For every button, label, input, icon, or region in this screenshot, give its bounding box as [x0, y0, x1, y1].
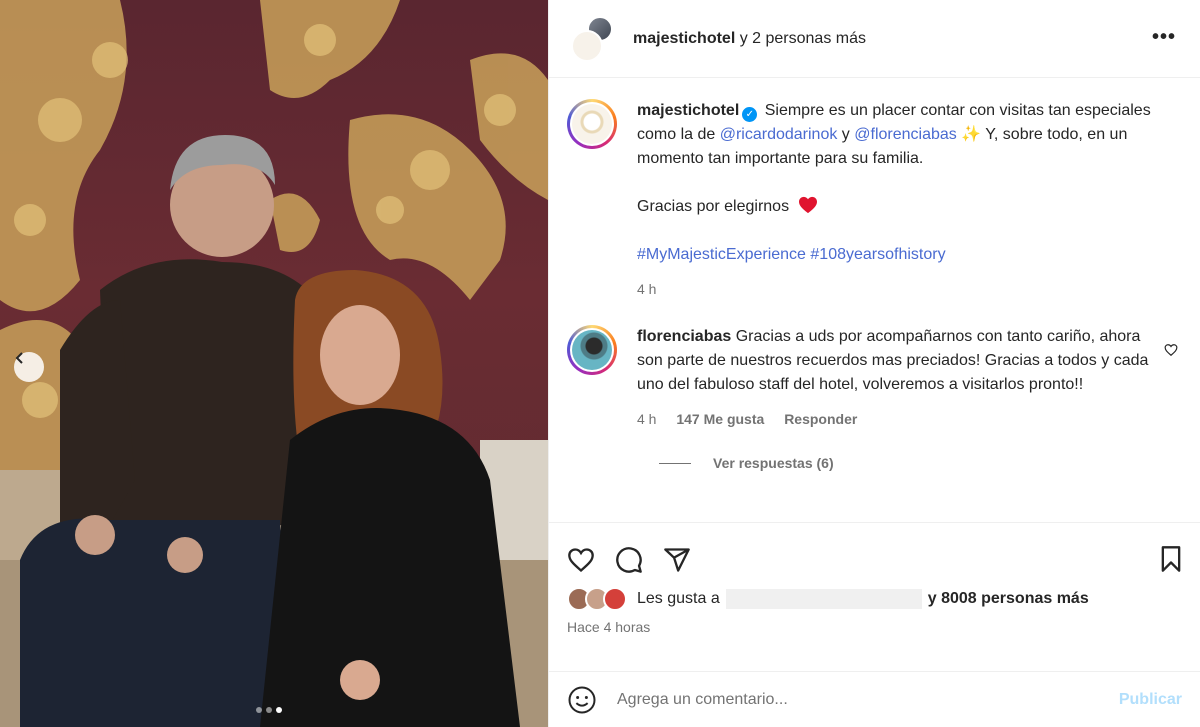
carousel-dot — [256, 707, 262, 713]
divider — [659, 462, 691, 464]
sparkle-emoji: ✨ — [961, 126, 982, 143]
comment-item: florenciabas Gracias a uds por acompañar… — [567, 325, 1182, 431]
caption-connector: y — [841, 126, 850, 143]
reply-button[interactable]: Responder — [784, 411, 857, 427]
post-panel: majestichotel y 2 personas más ••• majes… — [548, 0, 1200, 727]
photo-illustration — [0, 0, 548, 727]
comment-time: 4 h — [637, 411, 657, 427]
carousel-dot-active — [276, 707, 282, 713]
post-header: majestichotel y 2 personas más ••• — [549, 0, 1200, 78]
hashtags[interactable]: #MyMajesticExperience #108yearsofhistory — [637, 243, 1167, 267]
liker-avatars — [567, 587, 627, 611]
emoji-icon[interactable] — [567, 685, 597, 715]
carousel-prev-button[interactable] — [14, 352, 44, 382]
caption-time: 4 h — [637, 281, 657, 297]
comment-username[interactable]: florenciabas — [637, 328, 731, 345]
likes-summary[interactable]: Les gusta a y 8008 personas más — [567, 587, 1182, 611]
heart-icon[interactable] — [567, 547, 595, 573]
more-options-button[interactable]: ••• — [1152, 26, 1176, 49]
verified-icon: ✓ — [742, 107, 758, 122]
comment-input[interactable] — [617, 690, 1119, 709]
mention-link[interactable]: @ricardodarinok — [720, 126, 838, 143]
post-photo[interactable] — [0, 0, 548, 727]
comment-icon[interactable] — [615, 546, 643, 574]
add-comment-bar: Publicar — [549, 671, 1200, 727]
collab-avatars[interactable] — [567, 15, 613, 62]
carousel-dot — [266, 707, 272, 713]
chevron-left-icon — [15, 352, 23, 364]
comments-section[interactable]: majestichotel ✓ Siempre es un placer cont… — [549, 79, 1200, 522]
comment-likes[interactable]: 147 Me gusta — [676, 411, 764, 427]
publish-button[interactable]: Publicar — [1119, 691, 1182, 709]
post-time: Hace 4 horas — [567, 619, 651, 635]
comment-meta: 4 h 147 Me gusta Responder — [637, 407, 1157, 431]
avatar[interactable] — [567, 99, 617, 149]
carousel-dots — [256, 707, 282, 713]
likes-count[interactable]: y 8008 personas más — [928, 590, 1089, 608]
heart-emoji-icon — [798, 196, 817, 214]
view-replies-button[interactable]: Ver respuestas (6) — [659, 455, 1182, 471]
avatar[interactable] — [567, 325, 617, 375]
header-suffix[interactable]: y 2 personas más — [740, 30, 866, 47]
bookmark-icon[interactable] — [1158, 545, 1184, 573]
post-author[interactable]: majestichotel y 2 personas más — [633, 30, 866, 48]
mention-link[interactable]: @florenciabas — [854, 126, 957, 143]
blurred-username — [725, 589, 922, 609]
caption-username[interactable]: majestichotel — [637, 102, 739, 119]
likes-prefix: Les gusta a — [637, 590, 720, 607]
share-icon[interactable] — [663, 546, 691, 574]
avatar — [571, 29, 603, 62]
header-username[interactable]: majestichotel — [633, 30, 735, 47]
avatar — [603, 587, 627, 611]
caption: majestichotel ✓ Siempre es un placer cont… — [567, 99, 1182, 301]
heart-icon[interactable] — [1164, 343, 1178, 357]
actions-bar: Les gusta a y 8008 personas más Hace 4 h… — [549, 522, 1200, 662]
caption-thanks: Gracias por elegirnos — [637, 195, 1167, 219]
